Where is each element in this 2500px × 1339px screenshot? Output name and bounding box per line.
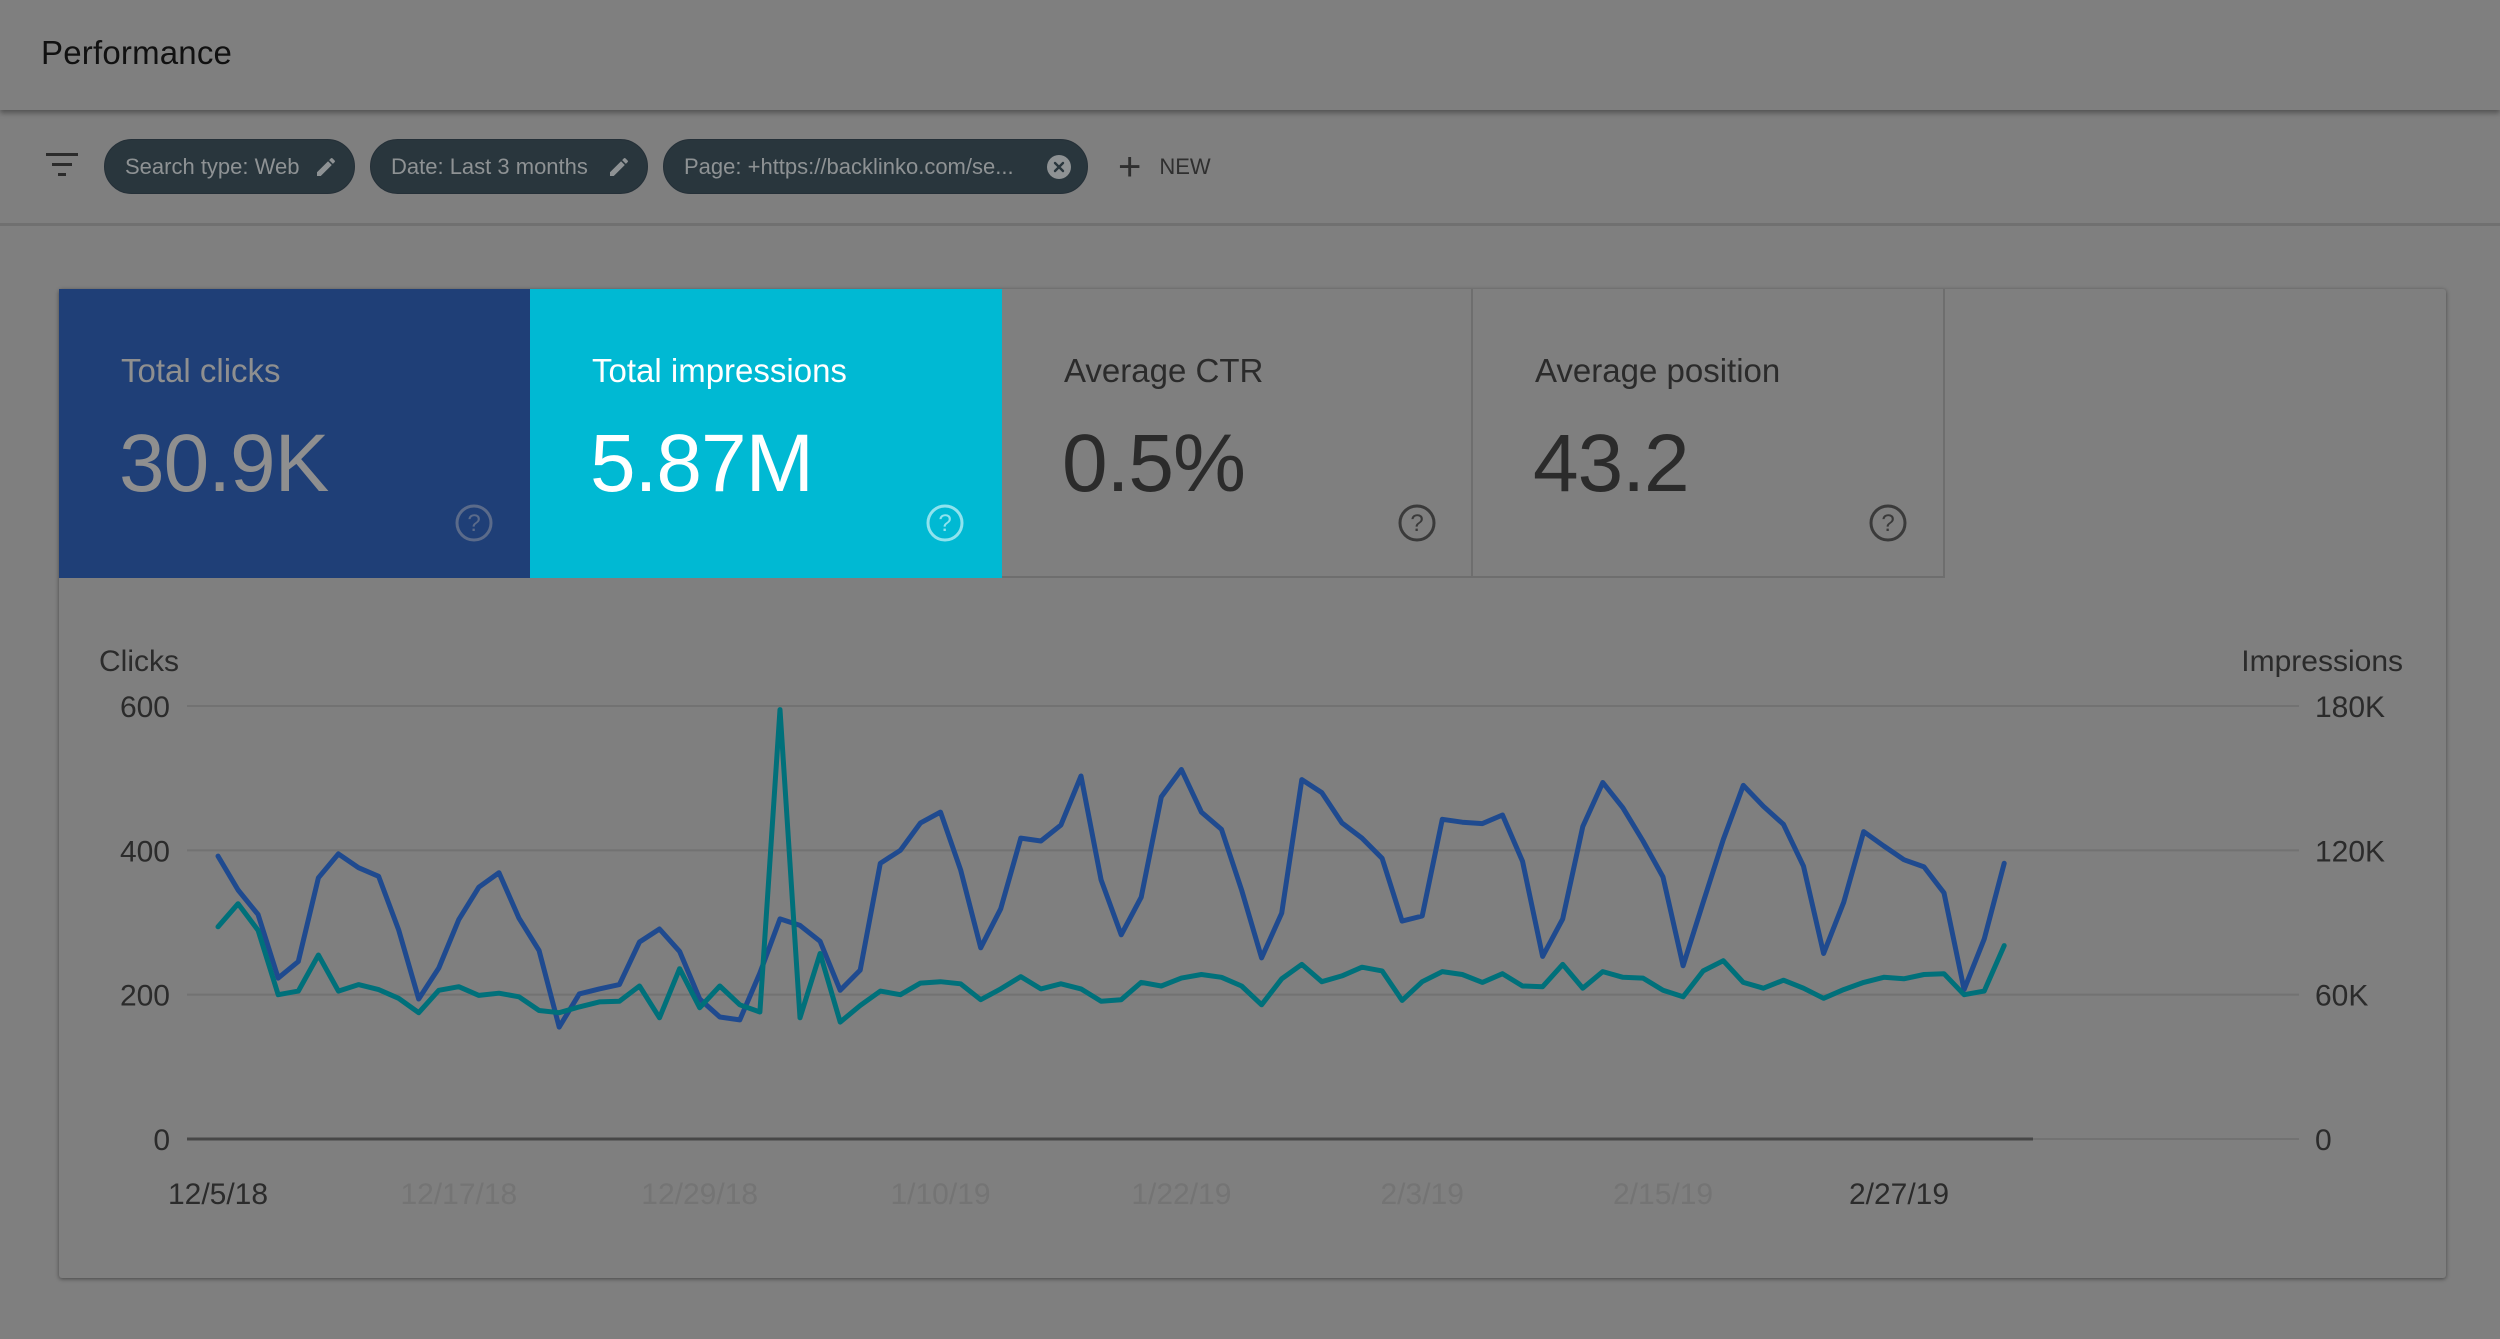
- left-axis-tick-label: 0: [153, 1124, 170, 1157]
- series-line-impressions: [215, 707, 2007, 1025]
- x-axis-tick-label: 12/17/18: [400, 1178, 517, 1211]
- x-axis-tick-label: 12/5/18: [168, 1178, 268, 1211]
- top-app-bar: Performance: [0, 0, 2500, 110]
- series-line-clicks: [215, 767, 2007, 1030]
- left-axis-tick-label: 200: [120, 980, 170, 1013]
- page-title: Performance: [41, 34, 233, 71]
- x-axis-tick-label: 2/15/19: [1613, 1178, 1713, 1211]
- left-axis-tick-label: 400: [120, 835, 170, 868]
- x-axis-tick-label: 1/22/19: [1131, 1178, 1231, 1211]
- x-axis-tick-label: 2/3/19: [1380, 1178, 1463, 1211]
- performance-chart: Clicks Impressions 0 0 200 60K 400 120K 600 180…: [99, 645, 2403, 1211]
- left-axis-tick-label: 600: [120, 691, 170, 724]
- x-axis-tick-label: 2/27/19: [1849, 1178, 1949, 1211]
- x-axis-tick-label: 1/10/19: [890, 1178, 990, 1211]
- x-axis-tick-label: 12/29/18: [641, 1178, 758, 1211]
- right-axis-tick-label: 120K: [2315, 835, 2385, 868]
- left-axis-title: Clicks: [99, 645, 179, 678]
- right-axis-tick-label: 0: [2315, 1124, 2332, 1157]
- right-axis-tick-label: 60K: [2315, 980, 2368, 1013]
- right-axis-tick-label: 180K: [2315, 691, 2385, 724]
- right-axis-title: Impressions: [2241, 645, 2403, 678]
